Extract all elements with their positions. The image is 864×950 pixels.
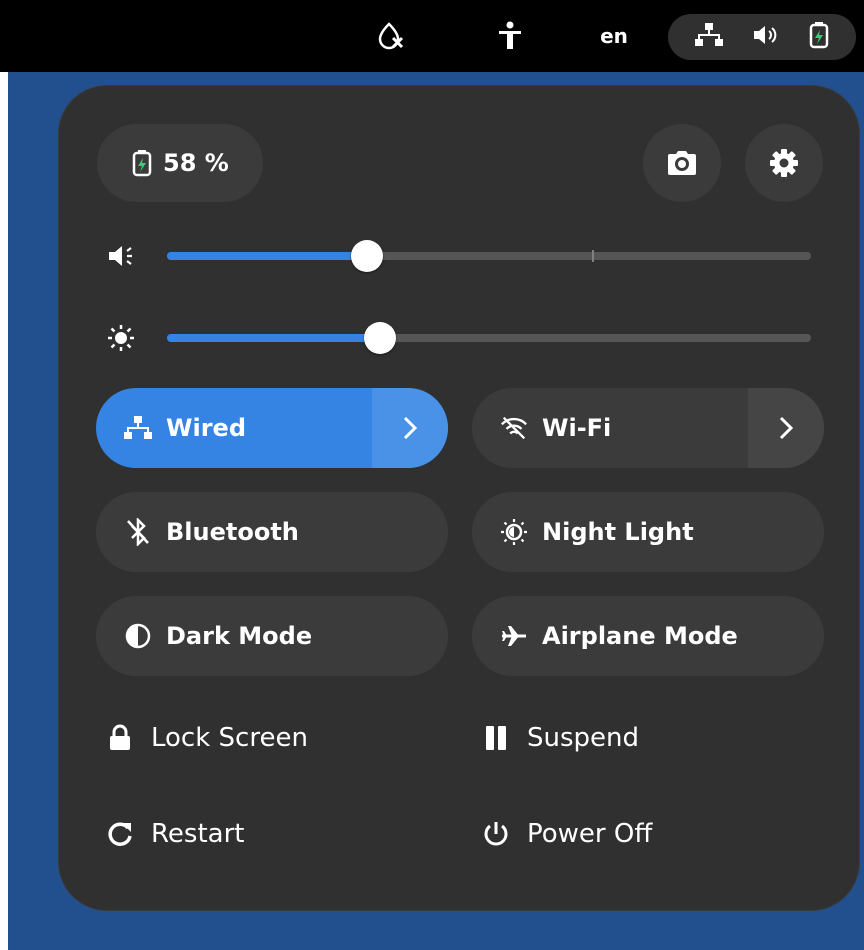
screenshot-button[interactable] [643, 124, 721, 202]
chevron-right-icon [402, 415, 418, 441]
night-light-icon [500, 518, 528, 546]
suspend-label: Suspend [527, 723, 640, 753]
restart-icon [105, 819, 135, 849]
toggle-wired-label: Wired [166, 414, 246, 442]
toggle-bluetooth-main: Bluetooth [96, 492, 448, 572]
battery-percentage: 58 % [163, 149, 229, 177]
volume-slider[interactable] [167, 240, 811, 272]
toggle-airplane-mode[interactable]: Airplane Mode [472, 596, 824, 676]
wifi-menu-button[interactable] [748, 388, 824, 468]
quick-settings-panel: 58 % Wired Wi-Fi Bluetooth Night Light D… [59, 86, 859, 910]
toggle-wifi-main[interactable]: Wi-Fi [472, 388, 748, 468]
settings-button[interactable] [745, 124, 823, 202]
accessibility-icon[interactable] [492, 18, 528, 54]
toggle-bluetooth-label: Bluetooth [166, 518, 299, 546]
battery-button[interactable]: 58 % [97, 124, 263, 202]
lock-screen-button[interactable]: Lock Screen [105, 714, 308, 762]
camera-icon [667, 150, 697, 176]
power-icon [481, 819, 511, 849]
toggle-bluetooth[interactable]: Bluetooth [96, 492, 448, 572]
network-wired-icon [124, 414, 152, 442]
system-status-button[interactable] [668, 14, 856, 60]
restart-button[interactable]: Restart [105, 810, 244, 858]
brightness-slider-fill [167, 334, 380, 342]
chevron-right-icon [778, 415, 794, 441]
volume-100-mark [592, 250, 595, 262]
pause-icon [481, 723, 511, 753]
toggle-wired[interactable]: Wired [96, 388, 448, 468]
dark-mode-icon [124, 622, 152, 650]
battery-charging-icon [809, 21, 829, 53]
power-off-label: Power Off [527, 819, 653, 849]
lock-screen-label: Lock Screen [151, 723, 308, 753]
volume-slider-fill [167, 252, 367, 260]
brightness-icon [107, 324, 135, 352]
toggle-dark-mode-label: Dark Mode [166, 622, 313, 650]
brightness-slider-handle[interactable] [363, 322, 396, 354]
toggle-dark-mode-main: Dark Mode [96, 596, 448, 676]
power-off-button[interactable]: Power Off [481, 810, 652, 858]
toggle-wired-main[interactable]: Wired [96, 388, 372, 468]
suspend-button[interactable]: Suspend [481, 714, 639, 762]
brightness-slider-row [99, 318, 819, 358]
toggle-wifi[interactable]: Wi-Fi [472, 388, 824, 468]
toggle-night-light[interactable]: Night Light [472, 492, 824, 572]
volume-low-icon[interactable] [107, 242, 135, 270]
toggle-airplane-mode-label: Airplane Mode [542, 622, 738, 650]
volume-icon [752, 23, 780, 51]
volume-slider-row [99, 236, 819, 276]
toggle-night-light-main: Night Light [472, 492, 824, 572]
airplane-icon [500, 622, 528, 650]
toggle-dark-mode[interactable]: Dark Mode [96, 596, 448, 676]
lock-icon [105, 723, 135, 753]
language-label: en [600, 24, 628, 48]
volume-slider-handle[interactable] [350, 240, 383, 272]
top-bar: en [0, 0, 864, 72]
bluetooth-disabled-icon [124, 518, 152, 546]
battery-charging-icon [131, 149, 153, 177]
night-light-disabled-icon[interactable] [370, 18, 410, 54]
wired-menu-button[interactable] [372, 388, 448, 468]
gear-icon [769, 148, 799, 178]
language-indicator[interactable]: en [594, 18, 634, 54]
toggle-night-light-label: Night Light [542, 518, 694, 546]
brightness-slider[interactable] [167, 322, 811, 354]
toggle-airplane-mode-main: Airplane Mode [472, 596, 824, 676]
restart-label: Restart [151, 819, 245, 849]
wifi-disabled-icon [500, 414, 528, 442]
toggle-wifi-label: Wi-Fi [542, 414, 612, 442]
network-wired-icon [694, 22, 723, 52]
